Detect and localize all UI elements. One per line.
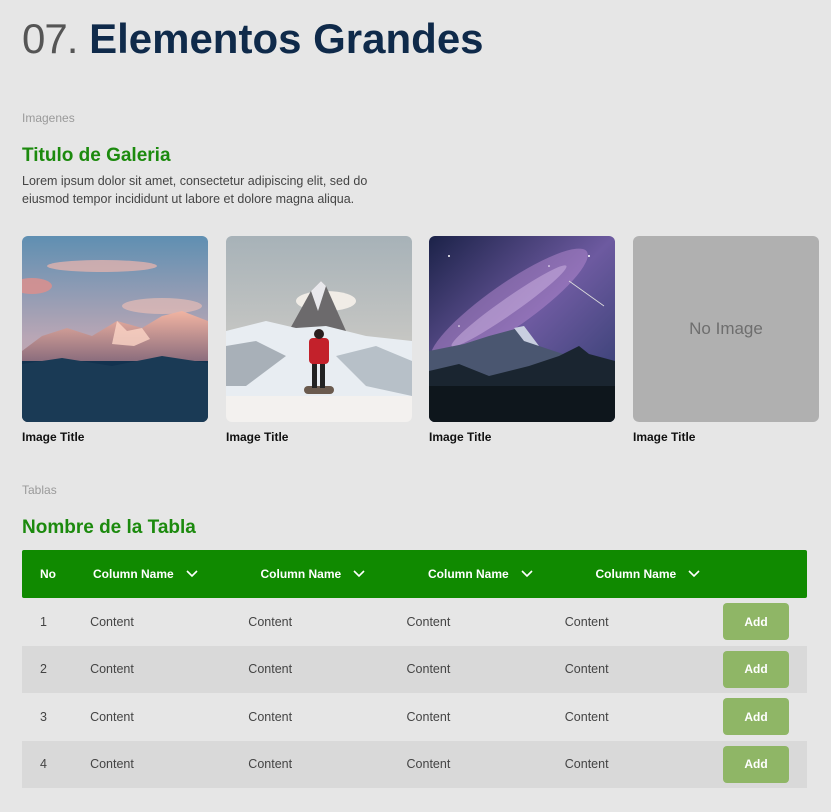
milky-way-mountain-image[interactable] xyxy=(429,236,615,422)
table-row: 2 Content Content Content Content Add xyxy=(22,645,807,693)
table-cell: Content xyxy=(406,662,451,677)
table-section-label: Tablas xyxy=(22,483,57,497)
gallery-card[interactable]: Image Title xyxy=(429,236,615,444)
chevron-down-icon[interactable] xyxy=(688,570,700,578)
image-title: Image Title xyxy=(22,430,85,444)
table-cell: Content xyxy=(564,614,609,629)
row-number: 3 xyxy=(40,709,47,724)
mountain-sunset-image[interactable] xyxy=(22,236,208,422)
column-header-label: Column Name xyxy=(260,567,342,581)
gallery-card[interactable]: Image Title xyxy=(226,236,412,444)
table-cell: Content xyxy=(248,662,293,677)
gallery-section-label: Imagenes xyxy=(22,111,75,125)
image-title: Image Title xyxy=(226,430,289,444)
data-table: No Column Name Column Name Column Name C… xyxy=(22,550,807,788)
table-title: Nombre de la Tabla xyxy=(22,517,196,538)
table-header: No Column Name Column Name Column Name C… xyxy=(22,550,807,598)
page-title: 07. Elementos Grandes xyxy=(22,14,484,64)
table-cell: Content xyxy=(90,709,134,724)
row-number: 4 xyxy=(40,757,47,772)
table-cell: Content xyxy=(248,709,293,724)
column-header[interactable]: Column Name xyxy=(261,567,429,581)
image-title: Image Title xyxy=(633,430,696,444)
column-header[interactable]: Column Name xyxy=(596,567,764,581)
table-row: 4 Content Content Content Content Add xyxy=(22,740,807,788)
column-header-no: No xyxy=(40,567,56,581)
image-gallery: Image Title Image Title Image Title No I… xyxy=(22,236,820,448)
column-header[interactable]: Column Name xyxy=(428,567,596,581)
table-cell: Content xyxy=(564,709,609,724)
column-header[interactable]: Column Name xyxy=(93,567,261,581)
row-number: 1 xyxy=(40,614,47,629)
column-header-label: Column Name xyxy=(595,567,677,581)
table-row: 1 Content Content Content Content Add xyxy=(22,598,807,646)
table-cell: Content xyxy=(248,614,293,629)
table-cell: Content xyxy=(406,709,451,724)
column-header-label: Column Name xyxy=(428,567,509,581)
add-button[interactable]: Add xyxy=(723,603,789,641)
gallery-title: Titulo de Galeria xyxy=(22,145,171,166)
section-number: 07. xyxy=(22,15,78,62)
table-cell: Content xyxy=(248,757,293,772)
table-cell: Content xyxy=(90,662,134,677)
column-header-label: Column Name xyxy=(93,567,174,581)
table-cell: Content xyxy=(406,614,451,629)
gallery-description: Lorem ipsum dolor sit amet, consectetur … xyxy=(22,174,368,206)
table-cell: Content xyxy=(406,757,451,772)
section-title: Elementos Grandes xyxy=(89,15,484,62)
gallery-card[interactable]: No Image Image Title xyxy=(633,236,819,444)
image-placeholder[interactable]: No Image xyxy=(633,236,819,422)
add-button[interactable]: Add xyxy=(723,650,789,688)
chevron-down-icon[interactable] xyxy=(353,570,365,578)
gallery-card[interactable]: Image Title xyxy=(22,236,208,444)
add-button[interactable]: Add xyxy=(723,698,789,736)
chevron-down-icon[interactable] xyxy=(521,570,533,578)
add-button[interactable]: Add xyxy=(723,745,789,783)
table-cell: Content xyxy=(564,757,609,772)
image-title: Image Title xyxy=(429,430,492,444)
table-cell: Content xyxy=(90,614,134,629)
table-row: 3 Content Content Content Content Add xyxy=(22,693,807,741)
no-image-text: No Image xyxy=(689,319,763,338)
table-cell: Content xyxy=(90,757,134,772)
chevron-down-icon[interactable] xyxy=(186,570,198,578)
row-number: 2 xyxy=(40,662,47,677)
hiker-mountain-image[interactable] xyxy=(226,236,412,422)
table-cell: Content xyxy=(564,662,609,677)
